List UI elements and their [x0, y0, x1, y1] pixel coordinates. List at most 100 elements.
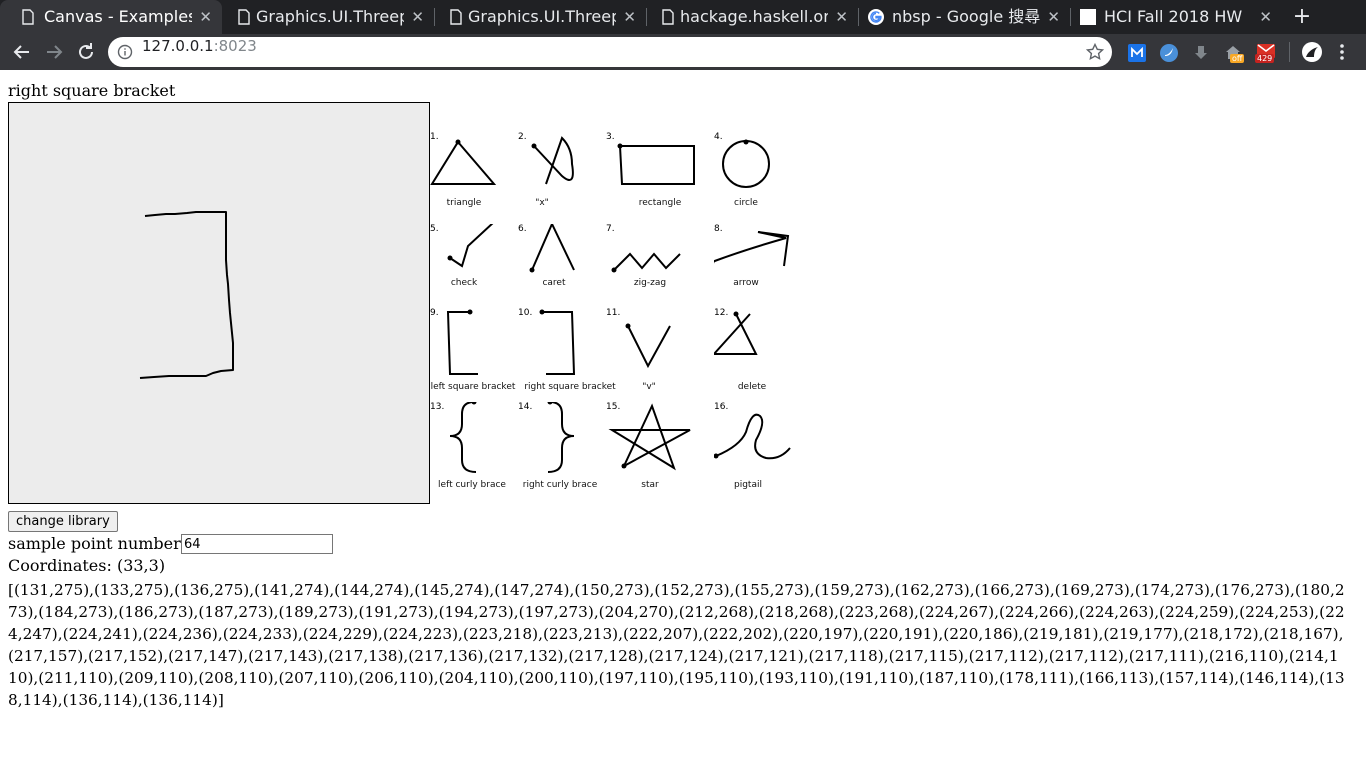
url-port: :8023 [213, 37, 257, 55]
mail-count-badge: 429 [1255, 54, 1275, 63]
coordinates-list: [(131,275),(133,275),(136,275),(141,274)… [8, 581, 1345, 709]
gesture-delete: 12. delete [714, 308, 802, 392]
gesture-name: "x" [535, 198, 549, 208]
close-icon[interactable]: ✕ [835, 0, 848, 34]
gesture-star: 15. star [606, 402, 694, 490]
close-icon[interactable]: ✕ [1259, 0, 1272, 34]
gesture-left-square-bracket: 9. left square bracket [430, 308, 518, 392]
arrow-gesture-image [714, 231, 790, 267]
tab-title: HCI Fall 2018 HW [1104, 7, 1243, 26]
bird-extension-icon[interactable] [1160, 44, 1178, 62]
menu-dots-icon[interactable] [1336, 42, 1348, 62]
tab-canvas-examples[interactable]: Canvas - Examples ✕ [0, 0, 222, 34]
coordinates-label: Coordinates: (33,3) [8, 556, 166, 575]
right-curly-brace-gesture-image [547, 402, 575, 473]
address-bar[interactable]: 127.0.0.1:8023 [108, 37, 1112, 67]
gesture-name: "v" [642, 382, 656, 392]
gmail-extension-icon[interactable]: 429 [1255, 44, 1279, 66]
right-square-bracket-gesture-image [539, 309, 576, 375]
v-gesture-image [625, 323, 671, 369]
tab-title: Graphics.UI.Threep [468, 7, 616, 26]
close-icon[interactable]: ✕ [623, 0, 636, 34]
gesture-circle: 4. circle [714, 132, 802, 212]
gesture-name: rectangle [638, 198, 682, 208]
rectangle-gesture-image [617, 143, 695, 185]
back-arrow-icon[interactable] [10, 40, 34, 64]
gesture-name: star [641, 480, 659, 490]
sample-point-label: sample point number: [8, 534, 187, 553]
zig-zag-gesture-image [611, 252, 681, 273]
close-icon[interactable]: ✕ [199, 0, 212, 34]
gesture-arrow: 8. arrow [714, 224, 802, 304]
document-icon [22, 9, 34, 25]
info-icon[interactable] [117, 44, 133, 60]
tab-separator [858, 8, 859, 26]
off-extension-icon[interactable]: off [1224, 44, 1246, 66]
bookmark-star-icon[interactable] [1086, 43, 1104, 61]
url-text: 127.0.0.1:8023 [142, 37, 257, 55]
gesture-rectangle: 3. rectangle [606, 132, 695, 212]
tab-hci-fall-2018[interactable]: HCI Fall 2018 HW ✕ [1072, 0, 1282, 34]
sample-point-input[interactable] [181, 534, 333, 554]
off-badge: off [1230, 54, 1245, 63]
gesture-name: arrow [733, 278, 759, 288]
tab-hackage[interactable]: hackage.haskell.or ✕ [648, 0, 858, 34]
gesture-name: pigtail [734, 480, 762, 490]
download-icon[interactable] [1192, 44, 1210, 62]
change-library-button[interactable]: change library [8, 511, 118, 532]
gesture-name: zig-zag [633, 278, 667, 288]
browser-toolbar: 127.0.0.1:8023 off 429 [0, 34, 1366, 70]
tab-title: nbsp - Google 搜尋 [892, 7, 1040, 26]
reload-icon[interactable] [74, 40, 98, 64]
gesture-caret: 6. caret [518, 224, 606, 304]
left-square-bracket-gesture-image [446, 309, 478, 375]
google-icon [868, 9, 884, 25]
tab-graphics-ui-1[interactable]: Graphics.UI.Threep ✕ [224, 0, 434, 34]
tab-strip: Canvas - Examples ✕ Graphics.UI.Threep ✕… [0, 0, 1366, 34]
drawing-canvas[interactable] [8, 102, 430, 504]
gesture-name: right curly brace [522, 480, 598, 490]
gesture-left-curly-brace: 13. left curly brace [430, 402, 518, 490]
profile-avatar-icon[interactable] [1302, 42, 1322, 62]
gesture-zig-zag: 7. zig-zag [606, 224, 694, 304]
left-curly-brace-gesture-image [449, 402, 477, 473]
triangle-gesture-image [430, 139, 497, 185]
new-tab-button[interactable]: + [1290, 0, 1314, 34]
tab-separator [1070, 8, 1071, 26]
delete-gesture-image [714, 311, 758, 355]
gesture-name: circle [734, 198, 758, 208]
tab-google-search[interactable]: nbsp - Google 搜尋 ✕ [860, 0, 1070, 34]
gesture-pigtail: 16. pigtail [714, 402, 802, 490]
circle-gesture-image [722, 139, 770, 188]
document-icon [238, 9, 250, 25]
tab-separator [434, 8, 435, 26]
x-gesture-image [531, 136, 574, 185]
close-icon[interactable]: ✕ [411, 0, 424, 34]
star-gesture-image [608, 403, 691, 471]
gesture-name: caret [542, 278, 566, 288]
document-icon [450, 9, 462, 25]
tab-separator [646, 8, 647, 26]
gesture-check: 5. check [430, 224, 518, 304]
gesture-name: delete [737, 382, 767, 392]
gesture-name: left square bracket [430, 382, 516, 392]
gesture-right-curly-brace: 14. right curly brace [518, 402, 606, 490]
tab-title: Canvas - Examples [44, 7, 192, 26]
page-content: right square bracket 1. triangle 2. "x" … [0, 70, 1366, 768]
tab-title: hackage.haskell.or [680, 7, 828, 26]
caret-gesture-image [529, 224, 575, 273]
gesture-name: triangle [446, 198, 482, 208]
gesture-name: left curly brace [438, 480, 506, 490]
toolbar-divider [1289, 42, 1290, 62]
tab-graphics-ui-2[interactable]: Graphics.UI.Threep ✕ [436, 0, 646, 34]
check-gesture-image [447, 224, 494, 268]
document-icon [662, 9, 674, 25]
close-icon[interactable]: ✕ [1047, 0, 1060, 34]
m-extension-icon[interactable] [1128, 44, 1146, 62]
recognized-gesture-label: right square bracket [8, 81, 176, 100]
tab-title: Graphics.UI.Threep [256, 7, 404, 26]
drawn-stroke [139, 211, 234, 379]
url-host: 127.0.0.1 [142, 37, 214, 55]
gesture-v: 11. "v" [606, 308, 694, 392]
forward-arrow-icon[interactable] [42, 40, 66, 64]
